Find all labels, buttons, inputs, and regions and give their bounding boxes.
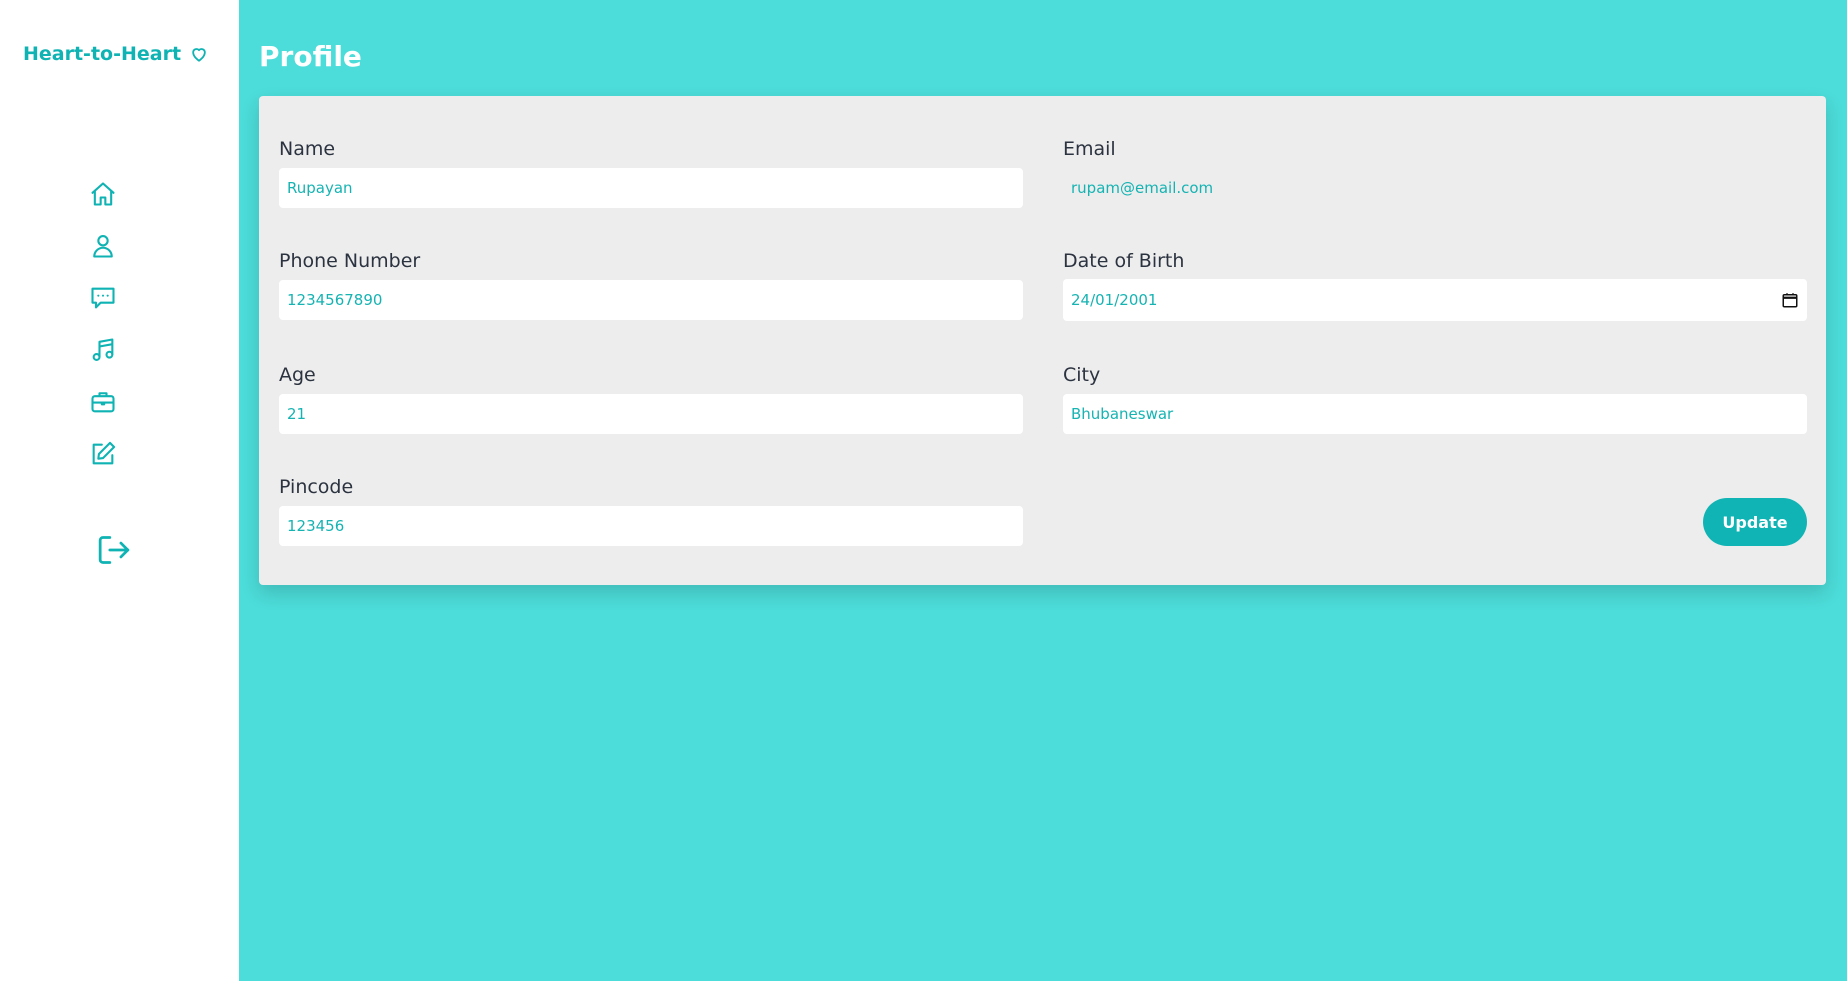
heart-icon [192,48,206,62]
pincode-label: Pincode [279,476,354,498]
sidebar-item-home[interactable] [88,179,118,209]
age-label: Age [279,364,316,386]
home-icon [91,182,115,206]
sidebar-item-music[interactable] [88,335,118,365]
brand-name: Heart-to-Heart [23,43,182,65]
brand-logo[interactable]: Heart-to-Heart [23,43,209,65]
email-field[interactable] [1063,168,1807,208]
name-input[interactable] [279,168,1023,208]
sidebar-item-jobs[interactable] [88,387,118,417]
name-label: Name [279,138,336,160]
briefcase-icon [91,392,115,413]
chat-icon [91,287,115,309]
phone-label: Phone Number [279,250,421,272]
logout-button[interactable] [96,533,132,567]
page-title: Profile [259,40,362,73]
logout-icon [98,536,130,564]
sidebar-item-edit[interactable] [88,439,118,469]
pincode-input[interactable] [279,506,1023,546]
user-icon [93,235,113,258]
update-button[interactable]: Update [1703,498,1807,546]
dob-label: Date of Birth [1063,250,1185,272]
profile-form-card: Name Email Phone Number Date of Birth 24… [259,96,1826,585]
music-icon [92,338,114,361]
calendar-icon[interactable] [1781,291,1799,309]
age-input[interactable] [279,394,1023,434]
email-label: Email [1063,138,1116,160]
sidebar: Heart-to-Heart [0,0,239,981]
city-input[interactable] [1063,394,1807,434]
dob-input[interactable]: 24/01/2001 [1063,279,1807,321]
city-label: City [1063,364,1101,386]
phone-input[interactable] [279,280,1023,320]
dob-value: 24/01/2001 [1071,291,1158,309]
sidebar-item-profile[interactable] [88,231,118,261]
edit-icon [92,441,116,465]
sidebar-item-chat[interactable] [88,283,118,313]
